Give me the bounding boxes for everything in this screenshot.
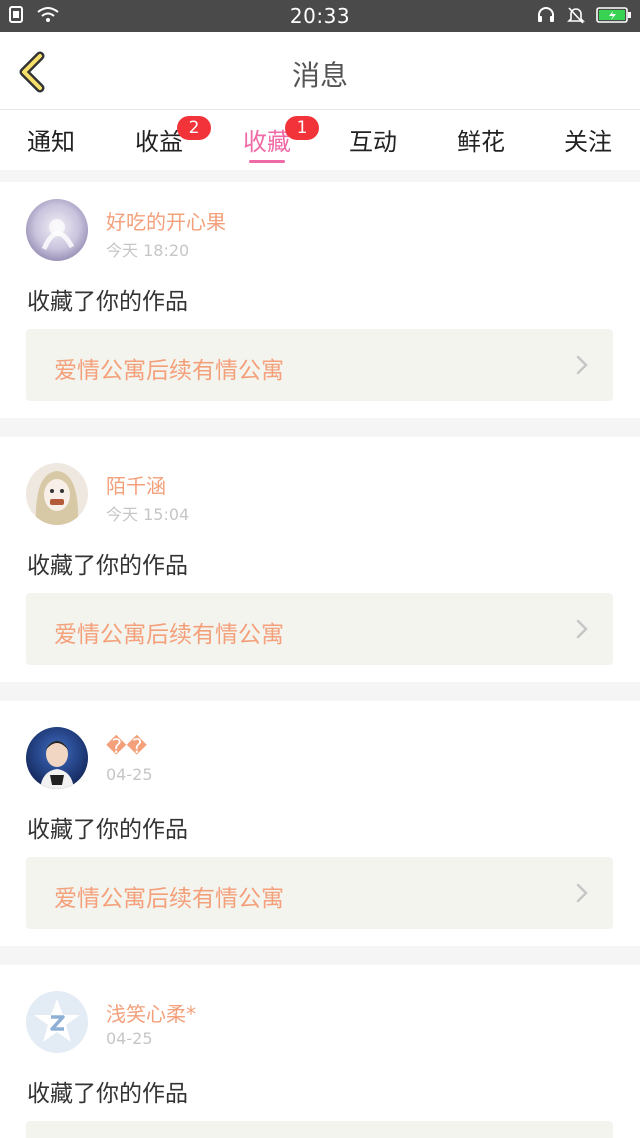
tab-label: 互动 [349,128,397,156]
tab-label: 收藏 [243,128,291,156]
message-action: 收藏了你的作品 [27,817,188,843]
headset-icon [536,5,556,29]
message-card: 浅笑心柔* 04-25 收藏了你的作品 [0,965,640,1138]
message-time: 04-25 [106,1029,153,1048]
message-card: �� 04-25 收藏了你的作品 爱情公寓后续有情公寓 [0,701,640,946]
message-time: 今天 18:20 [106,241,190,260]
work-title: 爱情公寓后续有情公寓 [54,886,284,912]
user-name[interactable]: 陌千涵 [106,470,166,499]
header-bar: 消息 [0,32,640,110]
avatar[interactable] [26,463,88,525]
unread-badge: 1 [285,116,319,140]
avatar[interactable] [26,991,88,1053]
tab-flowers[interactable]: 鲜花 [441,122,521,157]
work-link[interactable] [26,1121,613,1138]
message-time: 今天 15:04 [106,505,190,524]
work-link[interactable]: 爱情公寓后续有情公寓 [26,857,613,929]
user-name[interactable]: 好吃的开心果 [106,206,226,235]
message-card: 陌千涵 今天 15:04 收藏了你的作品 爱情公寓后续有情公寓 [0,437,640,682]
page-title: 消息 [291,59,348,92]
chevron-right-icon [576,355,588,375]
tab-label: 关注 [564,128,612,156]
message-card: 好吃的开心果 今天 18:20 收藏了你的作品 爱情公寓后续有情公寓 [0,182,640,418]
avatar[interactable] [26,727,88,789]
work-link[interactable]: 爱情公寓后续有情公寓 [26,329,613,401]
tab-income[interactable]: 收益 2 [119,116,211,157]
tab-favorites[interactable]: 收藏 1 [227,116,319,157]
tab-bar: 通知 收益 2 收藏 1 互动 鲜花 关注 [0,110,640,170]
tab-label: 收益 [135,128,183,156]
chevron-right-icon [576,619,588,639]
chevron-right-icon [576,883,588,903]
status-bar: 20:33 [0,0,640,32]
message-time: 04-25 [106,765,153,784]
user-name[interactable]: �� [106,734,147,758]
message-action: 收藏了你的作品 [27,553,188,579]
user-name[interactable]: 浅笑心柔* [106,998,196,1027]
work-title: 爱情公寓后续有情公寓 [54,358,284,384]
work-link[interactable]: 爱情公寓后续有情公寓 [26,593,613,665]
tab-label: 通知 [27,128,75,156]
active-tab-indicator [249,160,285,163]
battery-icon [596,6,632,28]
tab-notice[interactable]: 通知 [11,122,91,157]
mute-icon [566,5,586,29]
work-title: 爱情公寓后续有情公寓 [54,622,284,648]
avatar[interactable] [26,199,88,261]
tab-label: 鲜花 [457,128,505,156]
tab-interaction[interactable]: 互动 [333,122,413,157]
tab-follow[interactable]: 关注 [548,122,628,157]
message-action: 收藏了你的作品 [27,1081,188,1107]
unread-badge: 2 [177,116,211,140]
message-action: 收藏了你的作品 [27,289,188,315]
